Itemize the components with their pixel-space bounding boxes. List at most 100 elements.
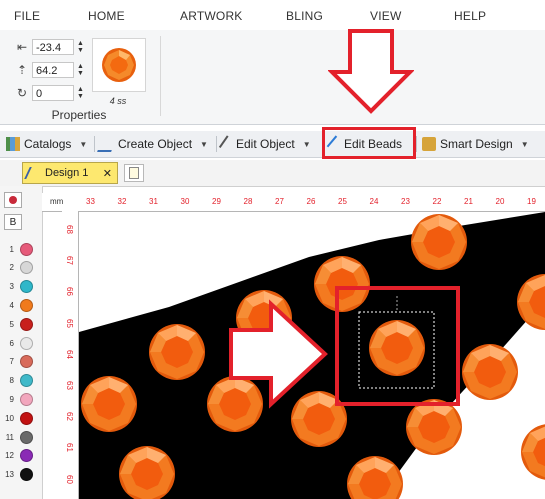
close-icon[interactable]: ✕: [103, 167, 112, 180]
color-swatch[interactable]: [20, 468, 33, 482]
palette-row-number: 5: [9, 319, 14, 329]
edit-object-button[interactable]: Edit Object ▼: [218, 135, 311, 153]
chevron-down-icon[interactable]: ▼: [79, 140, 87, 149]
palette-row[interactable]: 9: [0, 391, 42, 407]
document-tab-bar: Design 1 ✕: [0, 160, 545, 187]
palette-row[interactable]: 12: [0, 448, 42, 464]
palette-row[interactable]: 10: [0, 410, 42, 426]
ruler-unit: mm: [50, 197, 64, 206]
new-document-icon: [129, 167, 139, 179]
create-object-label: Create Object: [118, 137, 193, 151]
menu-bling[interactable]: BLING: [286, 9, 323, 23]
ruler-tick-label: 31: [149, 197, 158, 206]
bead[interactable]: [369, 320, 425, 376]
bead[interactable]: [411, 214, 467, 270]
ruler-tick-label: 30: [180, 197, 190, 206]
ruler-tick-label: 19: [527, 197, 536, 206]
palette-row[interactable]: 4: [0, 297, 42, 313]
create-object-button[interactable]: Create Object ▼: [97, 135, 208, 153]
palette-row-number: 3: [9, 282, 14, 292]
ruler-tick-label: 62: [64, 412, 74, 422]
bead-preview-icon: [102, 48, 136, 82]
toolbar: Catalogs ▼ Create Object ▼ Edit Object ▼…: [0, 131, 545, 158]
palette-row-number: 9: [9, 394, 14, 404]
ruler-tick-label: 22: [432, 197, 442, 206]
palette-row-number: 10: [5, 413, 14, 423]
palette-row[interactable]: 3: [0, 279, 42, 295]
palette-row[interactable]: 8: [0, 373, 42, 389]
palette-row-number: 13: [5, 470, 14, 480]
palette-row[interactable]: 7: [0, 354, 42, 370]
bead[interactable]: [207, 376, 263, 432]
ruler-tick-label: 23: [401, 197, 410, 206]
y-position-row: ⇡ 64.2 ▲ ▼: [14, 61, 84, 79]
chevron-down-icon[interactable]: ▼: [200, 140, 208, 149]
x-position-row: ⇤ -23.4 ▲ ▼: [14, 38, 84, 56]
color-swatch[interactable]: [20, 411, 33, 425]
x-position-stepper[interactable]: ▲ ▼: [77, 40, 84, 54]
ruler-tick-label: 20: [495, 197, 505, 206]
color-swatch[interactable]: [20, 242, 33, 256]
bead[interactable]: [149, 324, 205, 380]
palette-letter-selector[interactable]: B: [4, 214, 22, 230]
color-swatch[interactable]: [20, 355, 33, 369]
menu-file[interactable]: FILE: [14, 9, 40, 23]
palette-row[interactable]: 2: [0, 260, 42, 276]
smart-design-button[interactable]: Smart Design ▼: [422, 135, 529, 153]
ruler-tick-label: 27: [275, 197, 284, 206]
menu-artwork[interactable]: ARTWORK: [180, 9, 243, 23]
y-position-field[interactable]: 64.2: [32, 62, 74, 78]
palette-row-number: 11: [5, 432, 14, 442]
bead-color-icon: [9, 196, 17, 204]
ruler-tick-label: 29: [212, 197, 221, 206]
palette-color-picker[interactable]: [4, 192, 22, 208]
palette-row[interactable]: 13: [0, 467, 42, 483]
chevron-down-icon[interactable]: ▼: [303, 140, 311, 149]
color-swatch[interactable]: [20, 317, 33, 331]
bead[interactable]: [314, 256, 370, 312]
x-position-icon: ⇤: [16, 40, 28, 54]
tab-design-1[interactable]: Design 1 ✕: [22, 162, 118, 184]
new-tab-button[interactable]: [124, 164, 144, 182]
design-artwork: [79, 212, 545, 499]
menu-home[interactable]: HOME: [88, 9, 125, 23]
smart-design-label: Smart Design: [440, 137, 513, 151]
color-palette: B 1 2 3 4 5 6 7 8 9 10 11 12 13: [0, 186, 43, 499]
color-swatch[interactable]: [20, 261, 33, 275]
ruler-tick-label: 63: [64, 381, 74, 390]
color-swatch[interactable]: [20, 430, 33, 444]
bead[interactable]: [462, 344, 518, 400]
ruler-tick-label: 64: [64, 349, 74, 359]
palette-row[interactable]: 5: [0, 316, 42, 332]
menu-view[interactable]: VIEW: [370, 9, 401, 23]
catalogs-button[interactable]: Catalogs ▼: [6, 135, 87, 153]
color-swatch[interactable]: [20, 280, 33, 294]
palette-row[interactable]: 6: [0, 335, 42, 351]
bead[interactable]: [406, 399, 462, 455]
color-swatch[interactable]: [20, 298, 33, 312]
palette-row-number: 6: [9, 338, 14, 348]
rotation-field[interactable]: 0: [32, 85, 74, 101]
x-position-field[interactable]: -23.4: [32, 39, 74, 55]
bead[interactable]: [81, 376, 137, 432]
menu-help[interactable]: HELP: [454, 9, 486, 23]
toolbar-divider: [216, 136, 217, 152]
annotation-down-arrow: [328, 29, 414, 114]
ruler-tick-label: 32: [117, 197, 127, 206]
color-swatch[interactable]: [20, 374, 33, 388]
y-position-stepper[interactable]: ▲ ▼: [77, 63, 84, 77]
palette-row-number: 8: [9, 376, 14, 386]
design-canvas[interactable]: [79, 212, 545, 499]
palette-row-number: 7: [9, 357, 14, 367]
color-swatch[interactable]: [20, 449, 33, 463]
rotation-stepper[interactable]: ▲ ▼: [77, 86, 84, 100]
color-swatch[interactable]: [20, 392, 33, 406]
color-swatch[interactable]: [20, 336, 33, 350]
toolbar-divider: [416, 136, 417, 152]
ruler-tick-label: 65: [64, 318, 74, 328]
bead-preview[interactable]: [92, 38, 146, 92]
palette-row[interactable]: 1: [0, 241, 42, 257]
palette-row[interactable]: 11: [0, 429, 42, 445]
chevron-down-icon[interactable]: ▼: [521, 140, 529, 149]
bead[interactable]: [521, 424, 545, 480]
